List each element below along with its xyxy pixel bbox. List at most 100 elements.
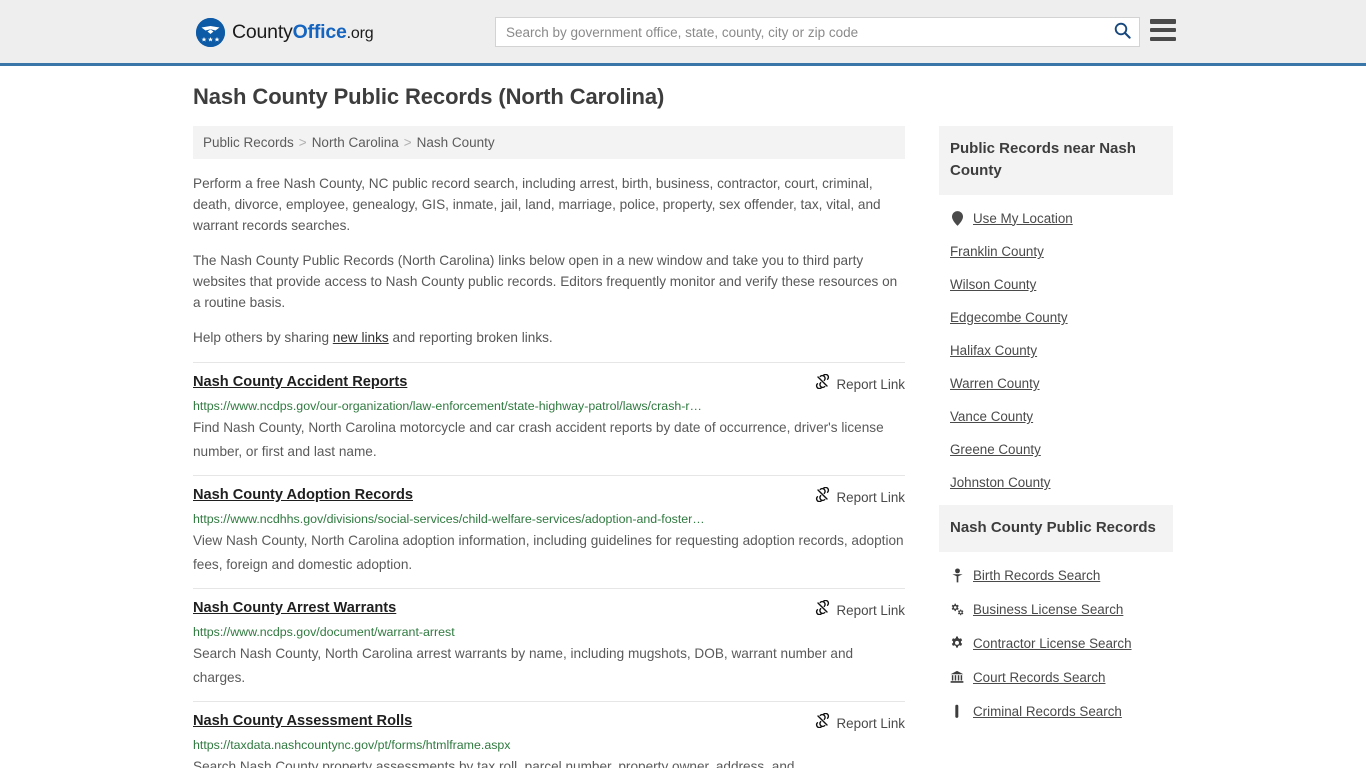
breadcrumb-separator-2: > (403, 135, 412, 150)
baby-icon (950, 567, 964, 583)
sidebar-label: Use My Location (973, 210, 1073, 226)
broken-link-icon (815, 486, 830, 507)
record-list: Nash County Accident Reports Report Link… (193, 362, 905, 768)
sidebar-label: Johnston County (950, 475, 1051, 490)
record-header: Nash County Arrest Warrants Report Link (193, 599, 905, 620)
main-content: Public Records > North Carolina > Nash Count… (193, 126, 905, 768)
logo-wordmark: CountyOffice.org (232, 21, 374, 44)
breadcrumb-separator-1: > (298, 135, 307, 150)
map-pin-icon (950, 210, 964, 226)
sidebar-label: Wilson County (950, 277, 1037, 292)
sidebar-label: Contractor License Search (973, 635, 1132, 651)
sidebar-label: Warren County (950, 376, 1040, 391)
sidebar-item-vance-county[interactable]: Vance County (939, 400, 1173, 433)
intro-p3-before: Help others by sharing (193, 330, 333, 345)
sidebar-label: Vance County (950, 409, 1034, 424)
intro-paragraph-2: The Nash County Public Records (North Ca… (193, 253, 898, 310)
record-url: https://www.ncdps.gov/our-organization/l… (193, 399, 702, 413)
record-header: Nash County Adoption Records Report Link (193, 486, 905, 507)
broken-link-icon (815, 599, 830, 620)
logo-text-county: County (232, 21, 293, 43)
sidebar: Public Records near Nash County Use My L… (939, 126, 1173, 734)
record-item: Nash County Assessment Rolls Report Link… (193, 701, 905, 768)
fingerprint-icon (950, 703, 964, 719)
report-link-button[interactable]: Report Link (801, 373, 905, 394)
sidebar-item-birth-records-search[interactable]: Birth Records Search (939, 558, 1173, 592)
record-url: https://www.ncdhhs.gov/divisions/social-… (193, 512, 705, 526)
sidebar-item-wilson-county[interactable]: Wilson County (939, 268, 1173, 301)
broken-link-icon (815, 712, 830, 733)
search-button[interactable] (1105, 18, 1139, 46)
record-title-link[interactable]: Nash County Adoption Records (193, 486, 413, 505)
record-header: Nash County Accident Reports Report Link (193, 373, 905, 394)
search-icon (1114, 22, 1131, 42)
site-logo[interactable]: CountyOffice.org (196, 18, 374, 47)
sidebar-label: Franklin County (950, 244, 1044, 259)
broken-link-icon (815, 373, 830, 394)
search-bar (495, 17, 1140, 47)
site-header: CountyOffice.org (0, 0, 1366, 66)
sidebar-item-edgecombe-county[interactable]: Edgecombe County (939, 301, 1173, 334)
breadcrumb-item-public-records[interactable]: Public Records (203, 135, 294, 150)
report-link-label: Report Link (836, 489, 905, 505)
record-description: Search Nash County, North Carolina arres… (193, 646, 854, 685)
report-link-label: Report Link (836, 376, 905, 392)
sidebar-label: Greene County (950, 442, 1041, 457)
sidebar-item-business-license-search[interactable]: Business License Search (939, 592, 1173, 626)
sidebar-item-warren-county[interactable]: Warren County (939, 367, 1173, 400)
report-link-label: Report Link (836, 602, 905, 618)
intro-paragraph-3: Help others by sharing new links and rep… (193, 327, 905, 348)
report-link-button[interactable]: Report Link (801, 486, 905, 507)
sidebar-item-johnston-county[interactable]: Johnston County (939, 466, 1173, 499)
page-title: Nash County Public Records (North Caroli… (193, 84, 665, 109)
sidebar-item-use-my-location[interactable]: Use My Location (939, 201, 1173, 235)
record-item: Nash County Adoption Records Report Link… (193, 475, 905, 588)
record-item: Nash County Accident Reports Report Link… (193, 362, 905, 475)
breadcrumb: Public Records > North Carolina > Nash Count… (193, 126, 905, 159)
sidebar-label: Birth Records Search (973, 567, 1101, 583)
sidebar-list-records: Birth Records Search Business License Se… (939, 552, 1173, 728)
hamburger-bar-3 (1150, 36, 1176, 41)
eagle-shield-stars-icon (196, 18, 225, 47)
sidebar-label: Halifax County (950, 343, 1038, 358)
sidebar-list-nearby: Use My Location Franklin County Wilson C… (939, 195, 1173, 499)
sidebar-label: Criminal Records Search (973, 703, 1122, 719)
record-item: Nash County Arrest Warrants Report Link … (193, 588, 905, 701)
hamburger-menu-icon[interactable] (1150, 19, 1176, 41)
breadcrumb-item-nash-county[interactable]: Nash County (417, 135, 495, 150)
record-description: View Nash County, North Carolina adoptio… (193, 533, 904, 572)
record-title-link[interactable]: Nash County Arrest Warrants (193, 599, 396, 618)
sidebar-label: Business License Search (973, 601, 1124, 617)
report-link-button[interactable]: Report Link (801, 712, 905, 733)
courthouse-icon (950, 669, 964, 685)
sidebar-heading-nearby: Public Records near Nash County (939, 126, 1173, 195)
gear-icon (950, 635, 964, 651)
intro-section: Perform a free Nash County, NC public re… (193, 173, 905, 348)
search-input[interactable] (496, 18, 1105, 46)
sidebar-panel-nearby: Public Records near Nash County Use My L… (939, 126, 1173, 499)
record-title-link[interactable]: Nash County Accident Reports (193, 373, 407, 392)
sidebar-item-franklin-county[interactable]: Franklin County (939, 235, 1173, 268)
sidebar-item-contractor-license-search[interactable]: Contractor License Search (939, 626, 1173, 660)
report-link-label: Report Link (836, 715, 905, 731)
sidebar-label: Edgecombe County (950, 310, 1068, 325)
sidebar-item-court-records-search[interactable]: Court Records Search (939, 660, 1173, 694)
record-header: Nash County Assessment Rolls Report Link (193, 712, 905, 733)
record-description: Find Nash County, North Carolina motorcy… (193, 420, 884, 459)
sidebar-item-criminal-records-search[interactable]: Criminal Records Search (939, 694, 1173, 728)
report-link-button[interactable]: Report Link (801, 599, 905, 620)
record-url: https://www.ncdps.gov/document/warrant-a… (193, 625, 455, 639)
sidebar-panel-records: Nash County Public Records Birth Records (939, 505, 1173, 728)
breadcrumb-item-north-carolina[interactable]: North Carolina (312, 135, 399, 150)
sidebar-heading-records: Nash County Public Records (939, 505, 1173, 552)
gears-icon (950, 601, 964, 617)
sidebar-item-halifax-county[interactable]: Halifax County (939, 334, 1173, 367)
hamburger-bar-2 (1150, 27, 1176, 33)
record-title-link[interactable]: Nash County Assessment Rolls (193, 712, 412, 731)
sidebar-item-greene-county[interactable]: Greene County (939, 433, 1173, 466)
logo-text-office: Office (292, 21, 347, 43)
hamburger-bar-1 (1150, 19, 1176, 24)
new-links-link[interactable]: new links (333, 330, 389, 345)
intro-paragraph-1: Perform a free Nash County, NC public re… (193, 176, 881, 233)
intro-p3-after: and reporting broken links. (388, 330, 553, 345)
